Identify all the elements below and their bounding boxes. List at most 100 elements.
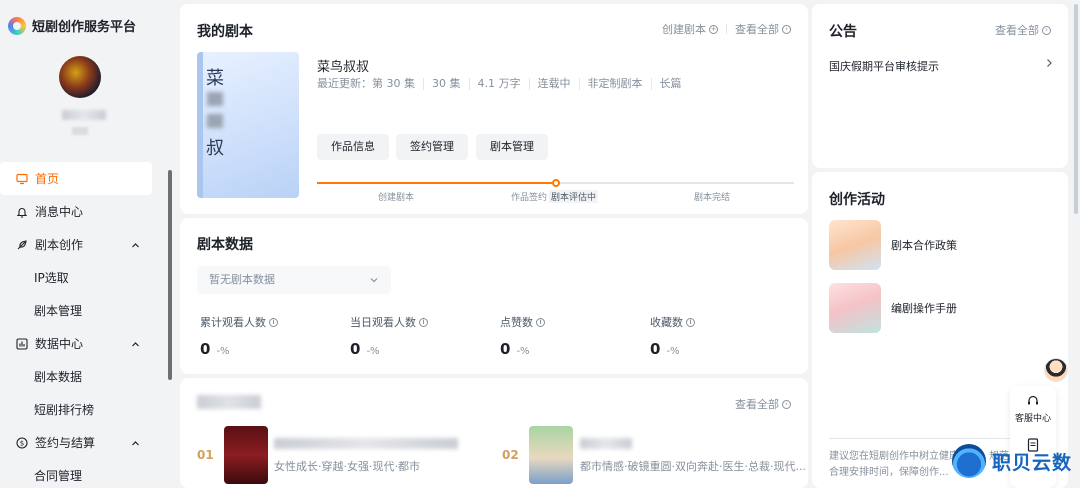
sidebar-item-script-creation[interactable]: 剧本创作	[0, 228, 172, 261]
watermark-text: 职贝云数	[992, 451, 1073, 474]
script-data-card: 剧本数据 暂无剧本数据 累计观看人数 i 0 -% 当日观看人数 i 0 -% 点赞数 i…	[180, 218, 808, 374]
svg-text:$: $	[20, 439, 24, 447]
announcement-item[interactable]: 国庆假期平台审核提示	[829, 58, 1053, 74]
step-sign: 作品签约	[511, 193, 548, 203]
drama-title-blurred	[274, 438, 458, 449]
cover-char: 叔	[206, 138, 224, 159]
sidebar-item-ranking[interactable]: 短剧排行榜	[0, 393, 172, 426]
progress-fill	[317, 182, 556, 184]
view-all-scripts-link[interactable]: 查看全部 ›	[735, 21, 791, 37]
metric-daily-views: 当日观看人数 i 0 -%	[350, 314, 428, 358]
assistant-avatar[interactable]	[1044, 358, 1068, 382]
sidebar-scrollbar[interactable]	[168, 170, 172, 380]
info-icon[interactable]: i	[269, 317, 278, 327]
progress-dot	[551, 179, 560, 187]
metric-total-views: 累计观看人数 i 0 -%	[200, 314, 278, 358]
headset-icon	[1010, 394, 1056, 411]
sidebar-item-script-data[interactable]: 剧本数据	[0, 360, 172, 393]
watermark-logo-icon	[952, 444, 986, 478]
sidebar-item-label: 合同管理	[34, 469, 83, 483]
view-all-ranking-link[interactable]: 查看全部 ›	[735, 396, 791, 412]
cover-blurred-text	[207, 114, 223, 128]
sidebar-item-label: 消息中心	[35, 205, 84, 219]
drama-tags: 女性成长·穿越·女强·现代·都市	[274, 460, 420, 473]
script-cover[interactable]: 菜 叔	[197, 52, 299, 198]
metric-favorites: 收藏数 i 0 -%	[650, 314, 695, 358]
sidebar-item-contracts[interactable]: 合同管理	[0, 459, 172, 488]
rank-number: 02	[502, 448, 519, 462]
ranking-title-blurred	[197, 395, 261, 409]
sidebar-item-label: 剧本数据	[34, 370, 83, 384]
script-select[interactable]: 暂无剧本数据	[197, 266, 391, 294]
chevron-up-icon	[131, 437, 140, 451]
page-scrollbar[interactable]	[1074, 4, 1078, 214]
sidebar-item-ip-select[interactable]: IP选取	[0, 261, 172, 294]
script-name: 菜鸟叔叔	[317, 60, 370, 75]
customer-service-button[interactable]: 客服中心	[1010, 394, 1056, 424]
user-name-blurred	[62, 110, 106, 120]
bell-icon	[16, 206, 28, 218]
chevron-right-icon: ›	[782, 24, 791, 34]
announcement-title: 公告	[829, 24, 857, 40]
user-role-blurred	[72, 127, 88, 135]
cover-spine	[197, 52, 203, 198]
chevron-down-icon	[369, 266, 379, 296]
brand[interactable]: 短剧创作服务平台	[8, 16, 136, 35]
step-evaluating: 剧本评估中	[549, 190, 599, 203]
meta-length: 长篇	[650, 78, 690, 90]
info-icon[interactable]: i	[419, 317, 428, 327]
my-scripts-card: 我的剧本 创建剧本 + 查看全部 › 菜 叔 菜鸟叔叔 最近更新：第 30 集 …	[180, 4, 808, 214]
view-all-announcements-link[interactable]: 查看全部 ›	[995, 22, 1051, 38]
drama-poster[interactable]	[529, 426, 573, 484]
activities-title: 创作活动	[829, 192, 885, 208]
sidebar-item-label: 短剧排行榜	[34, 403, 95, 417]
activity-coop-policy[interactable]: 剧本合作政策	[829, 220, 957, 270]
plus-icon: +	[709, 24, 718, 34]
meta-type: 非定制剧本	[578, 78, 651, 90]
chevron-up-icon	[131, 239, 140, 253]
sidebar: 短剧创作服务平台 首页 消息中心 剧本创作 IP选取 剧本管理 数据中心 剧本数…	[0, 0, 172, 488]
info-icon[interactable]: i	[536, 317, 545, 327]
step-complete: 剧本完结	[694, 193, 731, 203]
drama-title-blurred	[580, 438, 632, 449]
activity-manual[interactable]: 编剧操作手册	[829, 283, 957, 333]
feather-icon	[16, 239, 28, 251]
work-info-button[interactable]: 作品信息	[317, 134, 389, 160]
sidebar-item-data-center[interactable]: 数据中心	[0, 327, 172, 360]
my-scripts-title: 我的剧本	[197, 24, 253, 40]
sidebar-item-home[interactable]: 首页	[0, 162, 152, 195]
divider	[726, 24, 727, 34]
cover-blurred-text	[207, 92, 223, 106]
meta-episodes: 30 集	[423, 78, 469, 90]
meta-status: 连载中	[528, 78, 579, 90]
sidebar-item-label: IP选取	[34, 271, 69, 285]
sidebar-item-label: 签约与结算	[35, 436, 96, 450]
activity-image	[829, 220, 881, 270]
script-manage-button[interactable]: 剧本管理	[476, 134, 548, 160]
brand-logo-icon	[8, 16, 26, 35]
sidebar-item-messages[interactable]: 消息中心	[0, 195, 172, 228]
chevron-right-icon: ›	[1042, 25, 1051, 35]
avatar[interactable]	[59, 56, 101, 98]
watermark: 职贝云数	[952, 444, 1072, 478]
announcement-card: 公告 查看全部 › 国庆假期平台审核提示	[812, 4, 1068, 168]
drama-tags: 都市情感·破镜重圆·双向奔赴·医生·总裁·现代...	[580, 460, 806, 473]
info-icon[interactable]: i	[686, 317, 695, 327]
sidebar-item-label: 首页	[35, 172, 60, 186]
sign-manage-button[interactable]: 签约管理	[396, 134, 468, 160]
sidebar-item-script-manage[interactable]: 剧本管理	[0, 294, 172, 327]
sidebar-item-label: 数据中心	[35, 337, 84, 351]
sidebar-item-label: 剧本管理	[34, 304, 83, 318]
brand-name: 短剧创作服务平台	[32, 20, 137, 35]
drama-poster[interactable]	[224, 426, 268, 484]
sidebar-nav: 首页 消息中心 剧本创作 IP选取 剧本管理 数据中心 剧本数据 短剧排行榜 $…	[0, 162, 172, 488]
progress-track	[317, 179, 794, 187]
meta-words: 4.1 万字	[468, 78, 529, 90]
ranking-card: 查看全部 › 01 女性成长·穿越·女强·现代·都市 02 都市情感·破镜重圆·…	[180, 378, 808, 488]
sidebar-item-sign-settle[interactable]: $ 签约与结算	[0, 426, 172, 459]
step-create: 创建剧本	[378, 193, 415, 203]
cover-char: 菜	[206, 68, 224, 89]
meta-latest: 最近更新：第 30 集	[317, 77, 415, 90]
script-data-title: 剧本数据	[197, 237, 253, 253]
create-script-link[interactable]: 创建剧本 +	[662, 21, 718, 37]
